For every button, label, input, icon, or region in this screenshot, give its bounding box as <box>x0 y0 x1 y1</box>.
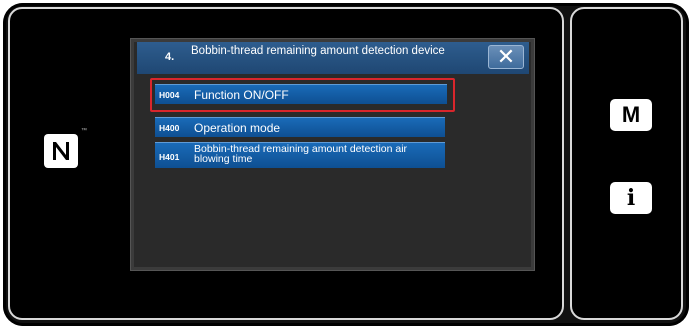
mode-button[interactable]: M <box>610 99 652 131</box>
menu-item-label: Operation mode <box>194 121 281 135</box>
menu-item-h400[interactable]: H400 Operation mode <box>155 117 445 137</box>
close-icon: ✕ <box>496 44 516 69</box>
menu-item-h401[interactable]: H401 Bobbin-thread remaining amount dete… <box>155 142 445 168</box>
selection-highlight <box>150 78 455 112</box>
side-panel <box>570 7 683 320</box>
menu-item-code: H401 <box>159 152 180 162</box>
close-button[interactable]: ✕ <box>488 45 524 69</box>
dialog-title: Bobbin-thread remaining amount detection… <box>191 45 445 57</box>
menu-item-code: H400 <box>159 123 180 133</box>
menu-item-label: Bobbin-thread remaining amount detection… <box>194 143 408 165</box>
dialog-number: 4. <box>165 51 175 63</box>
info-button[interactable]: i <box>610 182 652 214</box>
trademark-symbol: ™ <box>81 128 87 134</box>
nfc-icon <box>44 134 78 168</box>
